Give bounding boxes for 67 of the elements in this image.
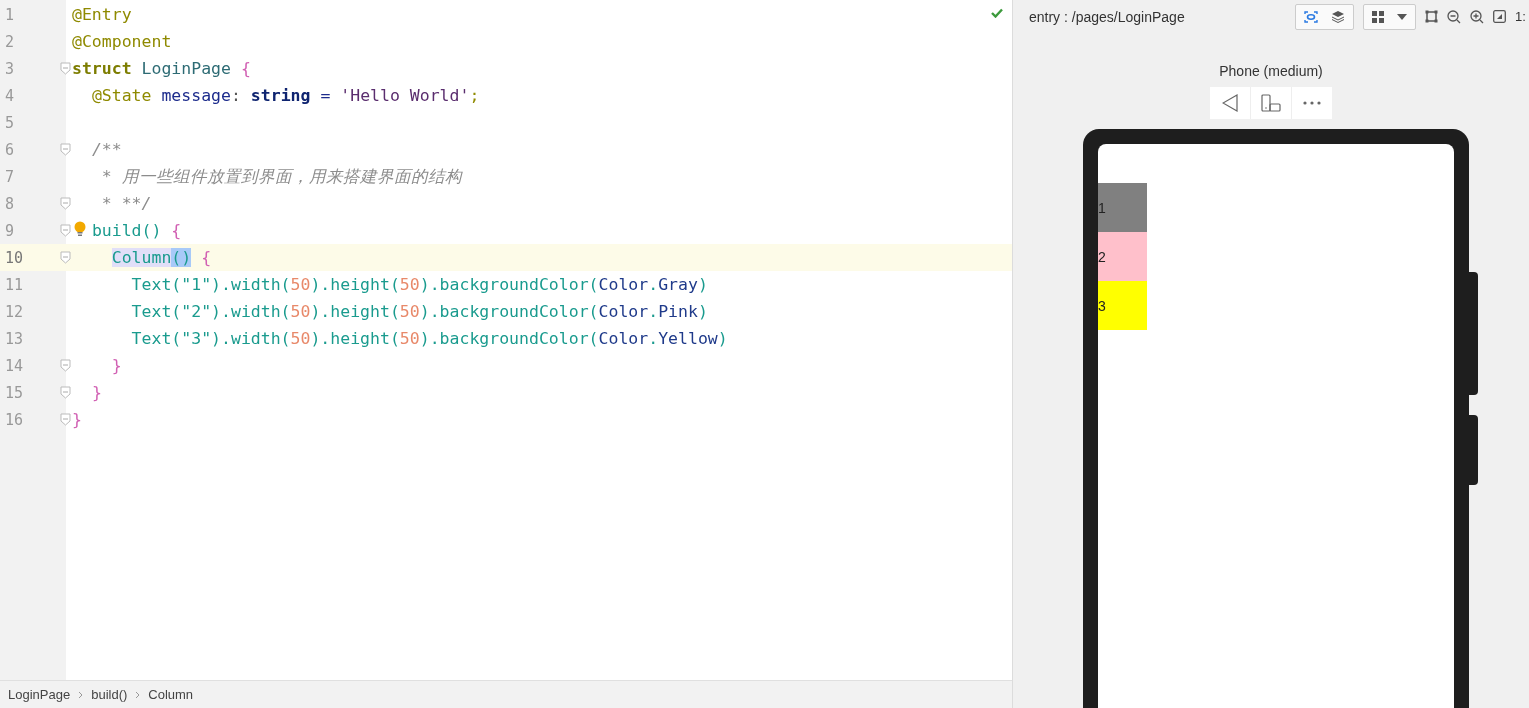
code-line: }	[91, 381, 102, 404]
text-block: 3	[1098, 281, 1147, 330]
zoom-ratio: 1:	[1515, 9, 1527, 24]
text-block: 1	[1098, 183, 1147, 232]
code-line: Text("3").width(50).height(50).backgroundColor(Color.Yellow)	[131, 327, 728, 350]
code-line: Text("1").width(50).height(50).backgroundColor(Color.Gray)	[131, 273, 708, 296]
line-number: 8	[5, 194, 15, 213]
line-number: 3	[5, 59, 15, 78]
device-name: Phone (medium)	[1219, 63, 1323, 79]
code-line: }	[72, 408, 82, 431]
back-triangle-icon	[1222, 94, 1238, 112]
rotate-button[interactable]	[1251, 87, 1291, 119]
line-number: 9	[5, 221, 15, 240]
line-number: 6	[5, 140, 15, 159]
fold-marker-icon[interactable]	[60, 62, 71, 75]
line-number: 11	[5, 275, 24, 294]
line-number: 2	[5, 32, 15, 51]
page-path: entry : /pages/LoginPage	[1029, 8, 1185, 25]
line-number: 1	[5, 5, 15, 24]
chevron-right-icon	[135, 690, 141, 699]
more-button[interactable]	[1292, 87, 1332, 119]
caret-icon	[1397, 13, 1407, 20]
line-number: 5	[5, 113, 15, 132]
check-icon	[991, 8, 1003, 18]
layers-icon[interactable]	[1331, 10, 1345, 23]
code-line: build() {	[91, 219, 182, 242]
chevron-right-icon	[78, 690, 84, 699]
code-line: struct LoginPage {	[72, 57, 251, 80]
line-number: 4	[5, 86, 15, 105]
line-number: 7	[5, 167, 15, 186]
code-line: /**	[91, 138, 122, 161]
zoom-in-icon[interactable]	[1470, 9, 1484, 24]
frame-icon[interactable]	[1425, 10, 1438, 23]
fit-screen-icon[interactable]	[1493, 10, 1506, 23]
line-number: 12	[5, 302, 24, 321]
grid-icon	[1372, 10, 1384, 23]
fold-marker-icon[interactable]	[60, 413, 71, 426]
code-line: * **/	[101, 192, 152, 215]
line-number: 16	[5, 410, 24, 429]
layout-dropdown[interactable]	[1363, 3, 1416, 30]
breadcrumb-item[interactable]: LoginPage	[8, 687, 71, 702]
fold-marker-icon[interactable]	[60, 359, 71, 372]
line-number: 13	[5, 329, 24, 348]
code-line: @State message: string = 'Hello World';	[91, 84, 480, 107]
fold-marker-icon[interactable]	[60, 251, 71, 264]
breadcrumb-item[interactable]: build()	[91, 687, 128, 702]
code-line: @Entry	[72, 3, 132, 26]
rotate-device-icon	[1261, 94, 1281, 112]
zoom-out-icon[interactable]	[1447, 9, 1461, 24]
lightbulb-icon[interactable]	[74, 221, 86, 237]
fold-marker-icon[interactable]	[60, 224, 71, 237]
fold-marker-icon[interactable]	[60, 143, 71, 156]
code-line: @Component	[72, 30, 172, 53]
line-number: 10	[5, 248, 24, 267]
fold-marker-icon[interactable]	[60, 197, 71, 210]
breadcrumb-item[interactable]: Column	[148, 687, 194, 702]
code-line: Column() {	[111, 246, 212, 269]
back-button[interactable]	[1210, 87, 1250, 119]
code-line: Text("2").width(50).height(50).backgroundColor(Color.Pink)	[131, 300, 708, 323]
text-block: 2	[1098, 232, 1147, 281]
fold-marker-icon[interactable]	[60, 386, 71, 399]
code-line: }	[111, 354, 122, 377]
code-line: * 用一些组件放置到界面，用来搭建界面的结构	[101, 165, 462, 188]
line-number: 15	[5, 383, 24, 402]
more-icon	[1303, 101, 1321, 105]
line-number: 14	[5, 356, 24, 375]
inspect-eye-icon[interactable]	[1304, 10, 1318, 23]
